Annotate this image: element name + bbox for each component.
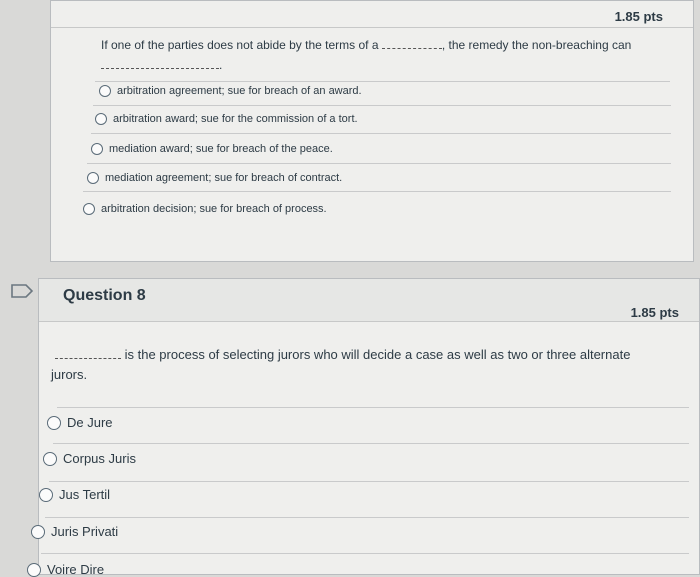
answer-option[interactable]: Juris Privati: [31, 524, 118, 539]
flag-icon[interactable]: [10, 284, 34, 298]
question-8-text: is the process of selecting jurors who w…: [51, 345, 691, 385]
answer-label: arbitration agreement; sue for breach of…: [117, 85, 362, 97]
question-7-text: If one of the parties does not abide by …: [101, 38, 632, 72]
question-7-blank: [381, 38, 442, 49]
answer-label: Corpus Juris: [63, 451, 136, 466]
divider: [91, 133, 671, 134]
answer-label: Jus Tertil: [59, 487, 111, 502]
radio-button[interactable]: [39, 487, 53, 502]
answer-label: arbitration award; sue for the commissio…: [113, 113, 358, 125]
answer-option[interactable]: arbitration award; sue for the commissio…: [95, 113, 358, 125]
radio-button[interactable]: [27, 562, 41, 577]
answer-label: arbitration decision; sue for breach of …: [101, 203, 327, 215]
answer-option[interactable]: arbitration agreement; sue for breach of…: [99, 85, 362, 97]
divider: [95, 81, 670, 82]
divider: [87, 163, 671, 164]
radio-button[interactable]: [31, 524, 45, 539]
divider: [83, 191, 671, 192]
answer-label: mediation award; sue for breach of the p…: [109, 143, 333, 155]
divider: [41, 553, 689, 554]
answer-option[interactable]: De Jure: [47, 415, 113, 430]
question-8-points: 1.85 pts: [630, 305, 679, 320]
question-7-text-before: If one of the parties does not abide by …: [101, 38, 379, 52]
divider: [53, 443, 689, 444]
radio-button[interactable]: [99, 85, 111, 97]
question-8-title: Question 8: [63, 287, 146, 304]
divider: [93, 105, 671, 106]
answer-option[interactable]: Jus Tertil: [39, 487, 110, 502]
radio-button[interactable]: [83, 203, 95, 215]
answer-option[interactable]: mediation agreement; sue for breach of c…: [87, 172, 342, 184]
answer-option[interactable]: mediation award; sue for breach of the p…: [91, 143, 333, 155]
question-8-card: Question 8 1.85 pts is the process of se…: [27, 278, 700, 577]
question-8-text-main: is the process of selecting jurors who w…: [124, 347, 631, 362]
radio-button[interactable]: [91, 143, 103, 155]
question-7-points: 1.85 pts: [614, 9, 663, 24]
question-8-text-cont: jurors.: [51, 367, 88, 382]
radio-button[interactable]: [95, 113, 107, 125]
radio-button[interactable]: [87, 172, 99, 184]
question-7-header: 1.85 pts: [51, 1, 693, 28]
answer-option[interactable]: arbitration decision; sue for breach of …: [83, 203, 327, 215]
divider: [45, 517, 689, 518]
question-7-card: 1.85 pts If one of the parties does not …: [50, 0, 694, 262]
question-7-text-after: , the remedy the non-breaching can: [441, 38, 632, 52]
question-7-blank-2: [101, 58, 219, 69]
answer-label: mediation agreement; sue for breach of c…: [105, 172, 343, 184]
answer-option[interactable]: Corpus Juris: [43, 451, 136, 466]
radio-button[interactable]: [43, 451, 57, 466]
divider: [57, 407, 689, 408]
question-8-blank: [55, 348, 121, 359]
answer-label: De Jure: [67, 415, 113, 430]
divider: [49, 481, 689, 482]
answer-label: Juris Privati: [51, 524, 119, 539]
question-8-header: Question 8 1.85 pts: [39, 279, 699, 322]
radio-button[interactable]: [47, 415, 61, 430]
